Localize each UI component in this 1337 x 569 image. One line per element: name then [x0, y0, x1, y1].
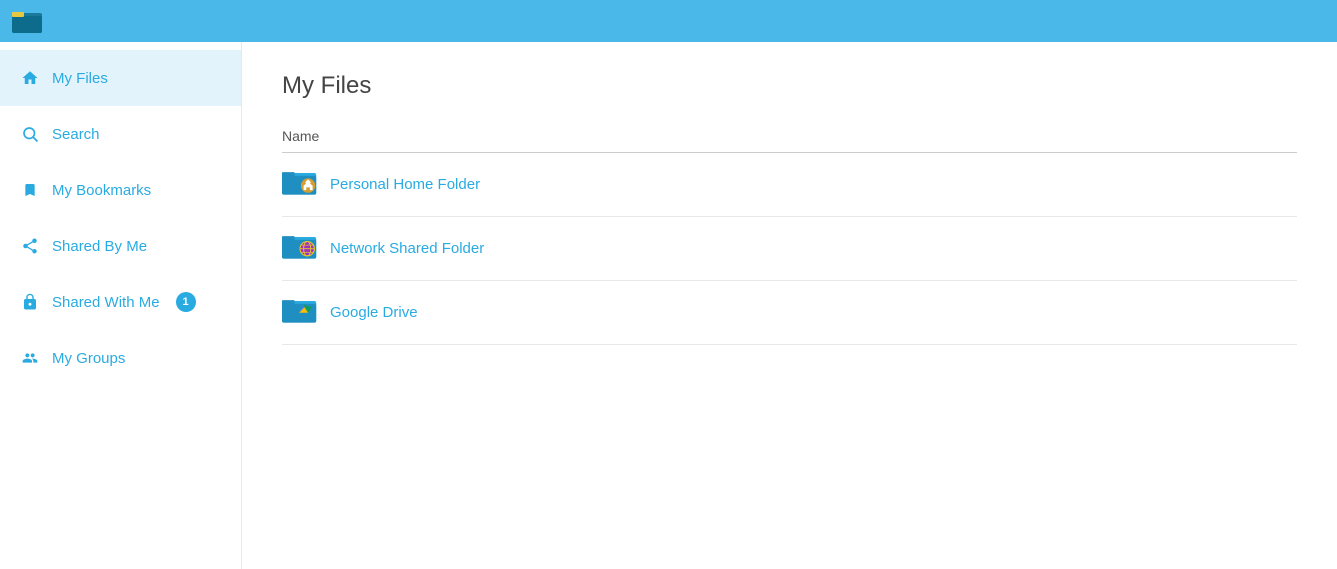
- sidebar-item-my-bookmarks[interactable]: My Bookmarks: [0, 162, 241, 218]
- main-layout: My Files Search My Bookmarks: [0, 42, 1337, 569]
- sidebar-item-my-groups[interactable]: My Groups: [0, 330, 241, 386]
- table-row[interactable]: Google Drive: [282, 281, 1297, 345]
- table-header-name: Name: [282, 120, 1297, 153]
- my-groups-icon: [20, 348, 40, 368]
- sidebar: My Files Search My Bookmarks: [0, 42, 242, 569]
- file-name-personal-home[interactable]: Personal Home Folder: [330, 176, 480, 193]
- sidebar-item-my-bookmarks-label: My Bookmarks: [52, 182, 151, 199]
- home-icon: [20, 68, 40, 88]
- file-name-network-shared[interactable]: Network Shared Folder: [330, 240, 484, 257]
- sidebar-item-shared-with-me-label: Shared With Me: [52, 294, 160, 311]
- table-row[interactable]: Personal Home Folder: [282, 153, 1297, 217]
- personal-home-folder-icon: [282, 167, 318, 202]
- shared-by-me-icon: [20, 236, 40, 256]
- file-table: Name: [282, 120, 1297, 345]
- app-logo: [12, 8, 44, 34]
- sidebar-item-my-files-label: My Files: [52, 70, 108, 87]
- sidebar-item-shared-with-me[interactable]: Shared With Me 1: [0, 274, 241, 330]
- sidebar-item-shared-by-me[interactable]: Shared By Me: [0, 218, 241, 274]
- file-cell-network-shared: Network Shared Folder: [282, 217, 1297, 281]
- sidebar-item-my-files[interactable]: My Files: [0, 50, 241, 106]
- bookmark-icon: [20, 180, 40, 200]
- page-title: My Files: [282, 72, 1297, 100]
- shared-with-me-badge: 1: [176, 292, 196, 312]
- network-shared-folder-icon: [282, 231, 318, 266]
- google-drive-folder-icon: [282, 295, 318, 330]
- content-area: My Files Name: [242, 42, 1337, 569]
- shared-with-me-icon: [20, 292, 40, 312]
- sidebar-item-my-groups-label: My Groups: [52, 350, 125, 367]
- search-icon: [20, 124, 40, 144]
- file-cell-personal-home: Personal Home Folder: [282, 153, 1297, 217]
- file-cell-google-drive: Google Drive: [282, 281, 1297, 345]
- file-name-google-drive[interactable]: Google Drive: [330, 304, 418, 321]
- sidebar-item-shared-by-me-label: Shared By Me: [52, 238, 147, 255]
- top-bar: [0, 0, 1337, 42]
- sidebar-item-search-label: Search: [52, 126, 100, 143]
- table-row[interactable]: Network Shared Folder: [282, 217, 1297, 281]
- sidebar-item-search[interactable]: Search: [0, 106, 241, 162]
